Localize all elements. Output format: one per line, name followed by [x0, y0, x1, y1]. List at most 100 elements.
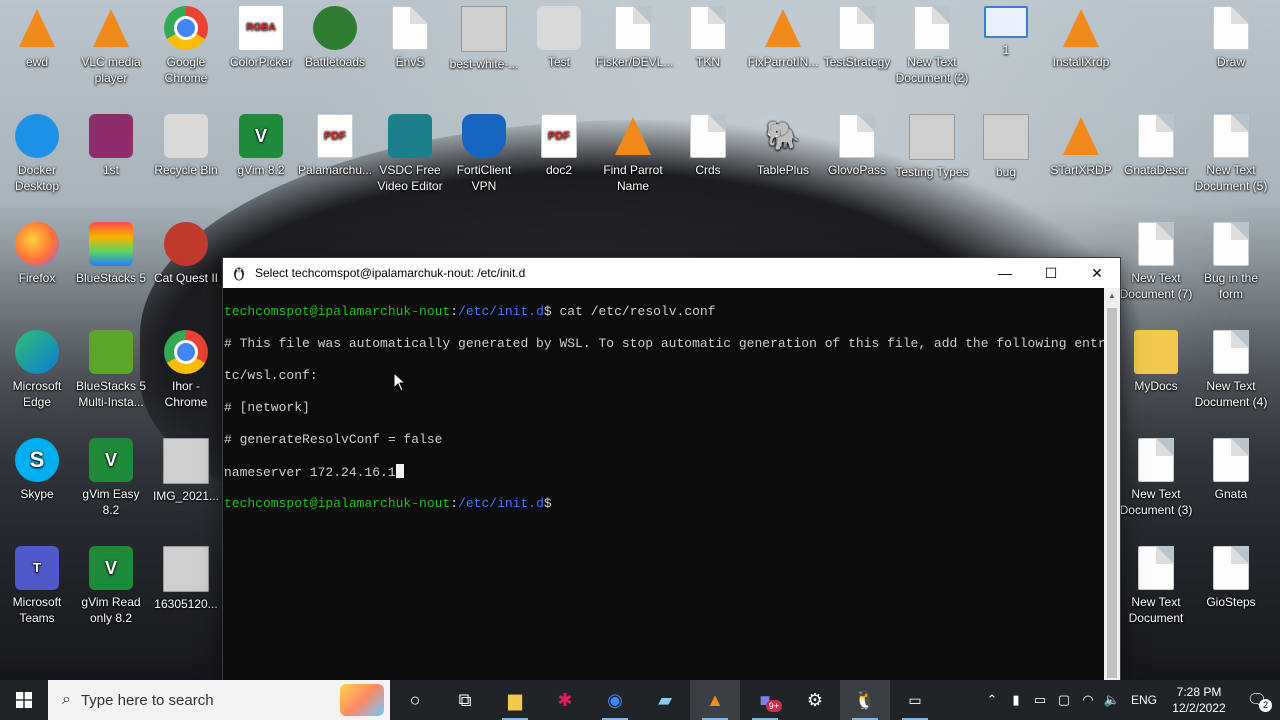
- desktop-icon[interactable]: Cat Quest II: [149, 222, 223, 286]
- doc-icon: [839, 114, 875, 158]
- photo-icon: [163, 546, 209, 592]
- scroll-up-icon[interactable]: ▲: [1104, 288, 1120, 304]
- taskbar-teams[interactable]: ■ 9+: [740, 680, 790, 720]
- start-button[interactable]: [0, 680, 48, 720]
- desktop-icon-label: Skype: [20, 487, 54, 501]
- desktop-icon[interactable]: InstallXrdp: [1044, 6, 1118, 70]
- desktop-icon[interactable]: MyDocs: [1119, 330, 1193, 394]
- desktop-icon[interactable]: GnataDescr: [1119, 114, 1193, 178]
- minimize-button[interactable]: —: [982, 258, 1028, 288]
- taskbar-slack[interactable]: ✱: [540, 680, 590, 720]
- desktop-icon[interactable]: Recycle Bin: [149, 114, 223, 178]
- desktop-icon[interactable]: FixParrotIN...: [746, 6, 820, 70]
- desktop-icon[interactable]: New Text Document (2): [895, 6, 969, 86]
- desktop-icon[interactable]: IMG_2021...: [149, 438, 223, 504]
- taskbar-vlc[interactable]: ▲: [690, 680, 740, 720]
- battery-icon[interactable]: ▭: [1028, 692, 1052, 708]
- doc-icon: [1138, 114, 1174, 158]
- desktop-icon[interactable]: Ihor - Chrome: [149, 330, 223, 410]
- desktop-icon[interactable]: ewd: [0, 6, 74, 70]
- desktop-icon[interactable]: Bug in the form: [1194, 222, 1268, 302]
- scrollbar-thumb[interactable]: [1107, 308, 1117, 678]
- language-indicator[interactable]: ENG: [1124, 693, 1164, 707]
- desktop-icon[interactable]: 16305120...: [149, 546, 223, 612]
- terminal-titlebar[interactable]: Select techcomspot@ipalamarchuk-nout: /e…: [223, 258, 1120, 288]
- desktop-icon[interactable]: PDF Palamarchu...: [298, 114, 372, 178]
- desktop-icon-label: Crds: [695, 163, 721, 177]
- clock-time: 7:28 PM: [1176, 685, 1222, 699]
- desktop-icon[interactable]: BlueStacks 5: [74, 222, 148, 286]
- desktop-icon[interactable]: VgVim Easy 8.2: [74, 438, 148, 518]
- notification-center-button[interactable]: 🗨 2: [1234, 680, 1280, 720]
- terminal-window[interactable]: Select techcomspot@ipalamarchuk-nout: /e…: [222, 257, 1121, 682]
- gear-icon: ⚙: [806, 689, 824, 710]
- desktop-icon-label: New Text Document (4): [1194, 379, 1268, 409]
- chrome-icon: ◉: [607, 689, 623, 710]
- winrar-icon: [89, 114, 133, 158]
- desktop-icon[interactable]: GioSteps: [1194, 546, 1268, 610]
- desktop-icon[interactable]: TestStrategy: [820, 6, 894, 70]
- desktop-icon[interactable]: New Text Document (3): [1119, 438, 1193, 518]
- desktop-icon[interactable]: 1st: [74, 114, 148, 178]
- desktop-icon[interactable]: New Text Document (5): [1194, 114, 1268, 194]
- desktop-icon[interactable]: Google Chrome: [149, 6, 223, 86]
- desktop-icon[interactable]: Microsoft Edge: [0, 330, 74, 410]
- desktop-icon[interactable]: Firefox: [0, 222, 74, 286]
- monitor-icon[interactable]: ▢: [1052, 692, 1076, 708]
- desktop-icon[interactable]: New Text Document (7): [1119, 222, 1193, 302]
- taskbar-chrome[interactable]: ◉: [590, 680, 640, 720]
- desktop-icon[interactable]: bug: [969, 114, 1043, 180]
- desktop-icon-label: Recycle Bin: [154, 163, 218, 177]
- desktop-icon[interactable]: best-white-...: [447, 6, 521, 72]
- desktop-icon[interactable]: EnvS: [373, 6, 447, 70]
- desktop-icon[interactable]: Docker Desktop: [0, 114, 74, 194]
- taskbar-notepad[interactable]: ▰: [640, 680, 690, 720]
- desktop-icon[interactable]: TKN: [671, 6, 745, 70]
- desktop-icon[interactable]: Fisker/DEVL...: [596, 6, 673, 70]
- desktop-icon[interactable]: PDF doc2: [522, 114, 596, 178]
- vertical-scrollbar[interactable]: ▲: [1104, 288, 1120, 681]
- desktop-icon[interactable]: VgVim Read only 8.2: [74, 546, 148, 626]
- desktop-icon[interactable]: Testing Types: [895, 114, 969, 180]
- clock[interactable]: 7:28 PM 12/2/2022: [1164, 684, 1234, 716]
- terminal-console[interactable]: techcomspot@ipalamarchuk-nout:/etc/init.…: [223, 288, 1104, 681]
- taskbar-search[interactable]: ⌕ Type here to search: [48, 680, 390, 720]
- desktop-icon-label: VSDC Free Video Editor: [377, 163, 443, 193]
- desktop-icon[interactable]: 1: [969, 6, 1043, 58]
- desktop-icon[interactable]: Battletoads: [298, 6, 372, 70]
- volume-icon[interactable]: 🔈: [1100, 692, 1124, 708]
- desktop-icon[interactable]: RGBA ColorPicker: [224, 6, 298, 70]
- desktop-icon[interactable]: Find Parrot Name: [596, 114, 670, 194]
- taskbar-terminal[interactable]: ▭: [890, 680, 940, 720]
- desktop-icon[interactable]: New Text Document (4): [1194, 330, 1268, 410]
- desktop-icon[interactable]: S Skype: [0, 438, 74, 502]
- taskbar-file-explorer[interactable]: ▆: [490, 680, 540, 720]
- microphone-icon[interactable]: ▮: [1004, 692, 1028, 708]
- desktop-icon[interactable]: Draw: [1194, 6, 1268, 70]
- wifi-icon[interactable]: ◠: [1076, 692, 1100, 708]
- desktop-icon[interactable]: Gnata: [1194, 438, 1268, 502]
- desktop-icon[interactable]: BlueStacks 5 Multi-Insta...: [74, 330, 148, 410]
- desktop-icon-label: New Text Document (7): [1119, 271, 1193, 301]
- desktop-icon[interactable]: FortiClient VPN: [447, 114, 521, 194]
- taskbar-settings[interactable]: ⚙: [790, 680, 840, 720]
- desktop-icon[interactable]: T Microsoft Teams: [0, 546, 74, 626]
- taskbar-wsl[interactable]: 🐧: [840, 680, 890, 720]
- desktop-icon[interactable]: Test: [522, 6, 596, 70]
- desktop-icon[interactable]: VgVim 8.2: [224, 114, 298, 178]
- desktop-icon[interactable]: VSDC Free Video Editor: [373, 114, 447, 194]
- desktop-icon[interactable]: Crds: [671, 114, 745, 178]
- cortana-button[interactable]: ○: [390, 680, 440, 720]
- desktop-icon-label: New Text Document (3): [1119, 487, 1193, 517]
- prompt-separator: :: [450, 304, 459, 319]
- task-view-button[interactable]: ⧉: [440, 680, 490, 720]
- desktop-icon[interactable]: STartXRDP: [1044, 114, 1118, 178]
- desktop-icon-label: MyDocs: [1134, 379, 1178, 393]
- maximize-button[interactable]: ☐: [1028, 258, 1074, 288]
- close-button[interactable]: ✕: [1074, 258, 1120, 288]
- desktop-icon[interactable]: GlovoPass: [820, 114, 894, 178]
- chevron-up-icon[interactable]: ⌃: [980, 692, 1004, 708]
- desktop-icon[interactable]: VLC media player: [74, 6, 148, 86]
- desktop-icon[interactable]: 🐘 TablePlus: [746, 114, 820, 178]
- desktop-icon[interactable]: New Text Document: [1119, 546, 1193, 626]
